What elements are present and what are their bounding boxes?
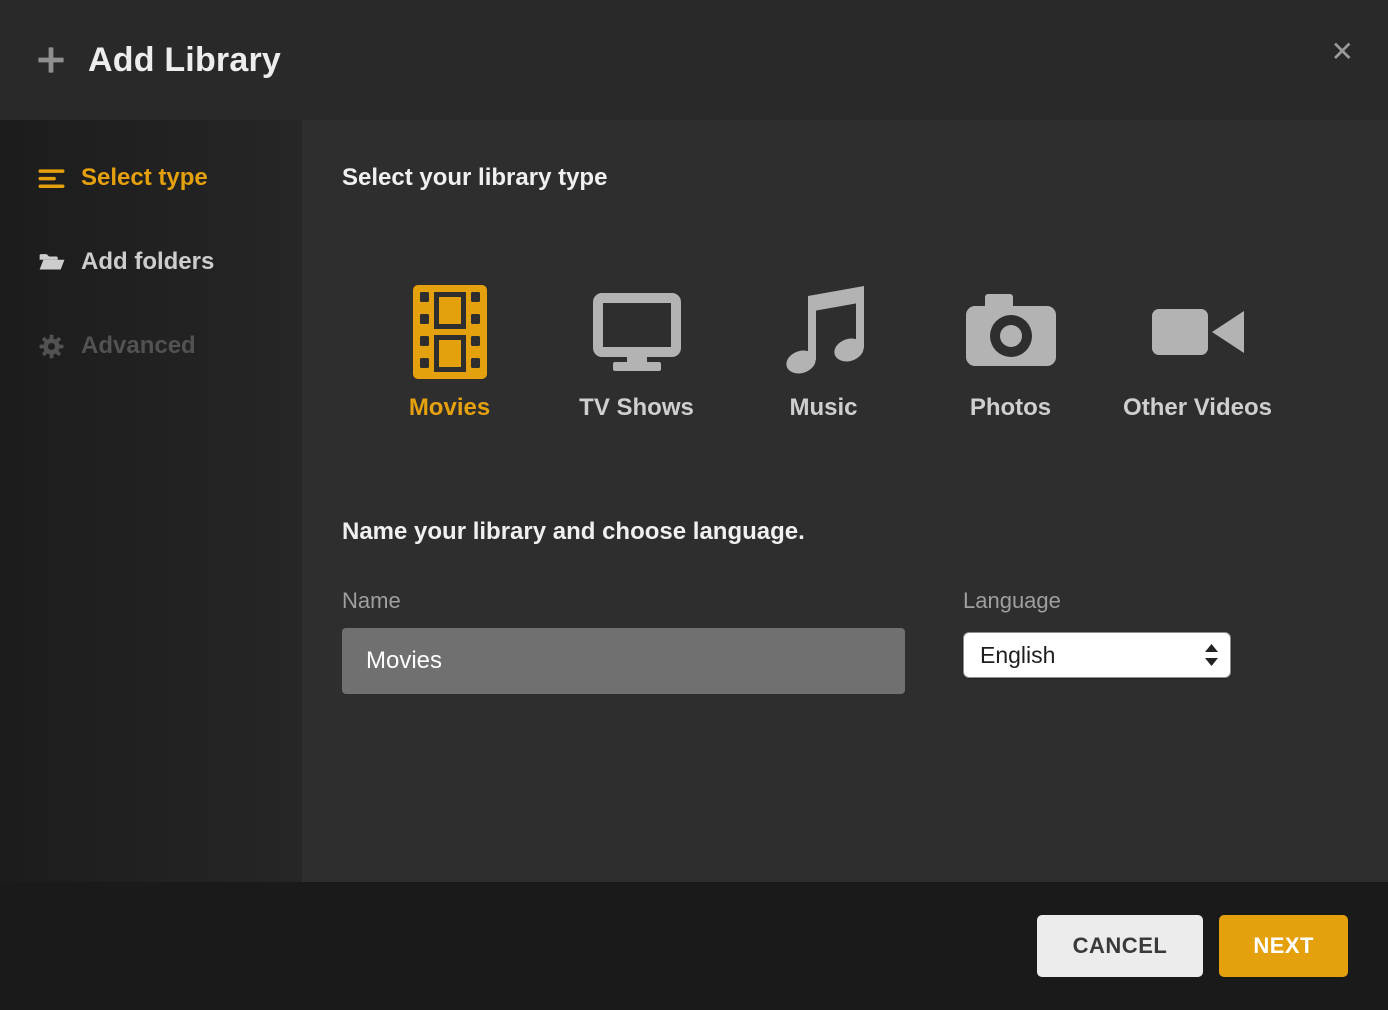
- language-label: Language: [963, 588, 1231, 614]
- library-type-movies[interactable]: Movies: [356, 282, 543, 422]
- library-name-input[interactable]: [342, 628, 905, 694]
- close-icon[interactable]: ✕: [1331, 38, 1354, 66]
- library-type-heading: Select your library type: [342, 164, 1348, 192]
- language-selected-value: English: [980, 642, 1055, 669]
- add-library-dialog: Add Library ✕ Select type: [0, 0, 1388, 1010]
- name-label: Name: [342, 588, 905, 614]
- name-field-group: Name: [342, 588, 905, 694]
- sidebar-item-advanced[interactable]: Advanced: [0, 304, 302, 388]
- dialog-header: Add Library ✕: [0, 0, 1388, 120]
- sidebar-item-label: Add folders: [81, 248, 214, 276]
- plus-icon: [36, 45, 66, 75]
- language-field-group: Language English: [963, 588, 1231, 678]
- music-note-icon: [774, 282, 874, 382]
- folder-open-icon: [38, 249, 65, 276]
- language-select[interactable]: English: [963, 632, 1231, 678]
- main-content: Select your library type: [302, 120, 1388, 882]
- library-type-photos[interactable]: Photos: [917, 282, 1104, 422]
- list-icon: [38, 165, 65, 192]
- library-type-label: Music: [789, 394, 857, 422]
- dialog-footer: CANCEL NEXT: [0, 882, 1388, 1010]
- cancel-button[interactable]: CANCEL: [1037, 915, 1204, 977]
- sidebar-item-label: Advanced: [81, 332, 196, 360]
- library-type-other-videos[interactable]: Other Videos: [1104, 282, 1291, 422]
- library-type-tv-shows[interactable]: TV Shows: [543, 282, 730, 422]
- library-type-music[interactable]: Music: [730, 282, 917, 422]
- library-type-label: Movies: [409, 394, 490, 422]
- name-language-heading: Name your library and choose language.: [342, 518, 1348, 546]
- library-type-label: Photos: [970, 394, 1051, 422]
- sidebar-item-select-type[interactable]: Select type: [0, 136, 302, 220]
- name-language-fields: Name Language English: [342, 588, 1348, 694]
- sidebar-item-add-folders[interactable]: Add folders: [0, 220, 302, 304]
- film-strip-icon: [400, 282, 500, 382]
- library-type-label: TV Shows: [579, 394, 694, 422]
- library-type-picker: Movies TV Shows: [356, 282, 1348, 422]
- select-arrows-icon: [1205, 644, 1218, 666]
- dialog-body: Select type Add folders: [0, 120, 1388, 882]
- library-type-label: Other Videos: [1123, 394, 1272, 422]
- camera-icon: [961, 282, 1061, 382]
- tv-icon: [587, 282, 687, 382]
- sidebar-item-label: Select type: [81, 164, 208, 192]
- video-camera-icon: [1148, 282, 1248, 382]
- next-button[interactable]: NEXT: [1219, 915, 1348, 977]
- gear-icon: [38, 333, 65, 360]
- dialog-title: Add Library: [88, 41, 281, 80]
- steps-sidebar: Select type Add folders: [0, 120, 302, 882]
